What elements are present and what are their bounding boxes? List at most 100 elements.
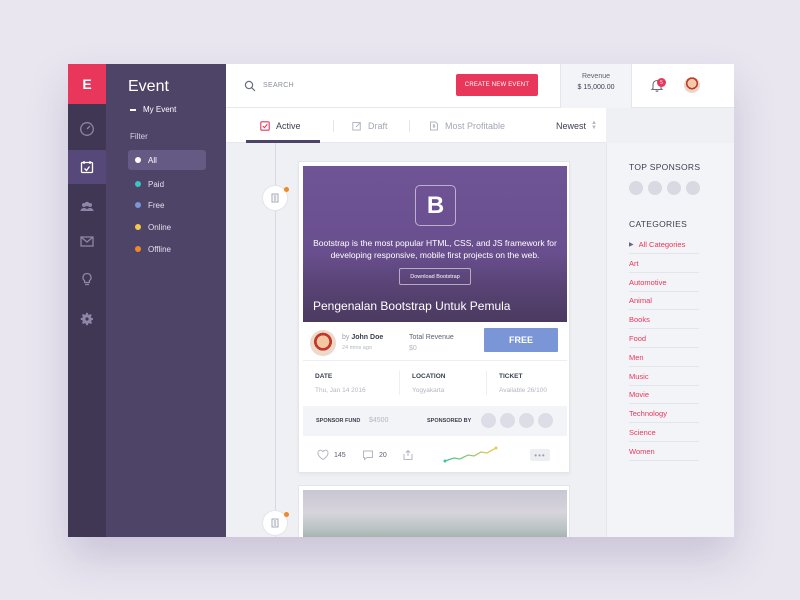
filter-online[interactable]: Online <box>128 217 206 237</box>
category-label: All Categories <box>638 239 686 249</box>
sort-select[interactable]: Newest ▲ ▼ <box>556 108 597 143</box>
filter-offline[interactable]: Offline <box>128 239 206 259</box>
category-label: Men <box>629 352 644 362</box>
free-button[interactable]: FREE <box>484 328 558 352</box>
people-icon[interactable] <box>68 190 106 224</box>
sponsor-avatar[interactable] <box>538 413 553 428</box>
sponsor-avatar[interactable] <box>667 181 681 195</box>
my-event-link[interactable]: My Event <box>130 105 176 114</box>
ticket-value: Available 26/100 <box>499 387 547 394</box>
filter-label-offline: Offline <box>148 244 171 254</box>
calendar-icon[interactable] <box>68 150 106 184</box>
category-label: Automotive <box>629 277 667 287</box>
divider <box>303 360 567 361</box>
mail-icon[interactable] <box>68 224 106 258</box>
gear-icon[interactable] <box>68 302 106 336</box>
sponsor-bar: SPONSOR FUND $4500 SPONSORED BY <box>303 406 567 436</box>
date-label: DATE <box>315 373 333 380</box>
more-options-button[interactable]: ••• <box>530 449 550 461</box>
event-feed[interactable]: B Bootstrap is the most popular HTML, CS… <box>226 143 606 537</box>
category-label: Technology <box>629 408 667 418</box>
tab-most-profitable[interactable]: Most Profitable <box>429 108 505 143</box>
event-title[interactable]: Pengenalan Bootstrap Untuk Pemula <box>313 299 510 313</box>
sponsor-avatar[interactable] <box>686 181 700 195</box>
tab-divider <box>409 120 410 132</box>
category-label: Books <box>629 314 650 324</box>
app-window: E Event My Event Filter All Paid Free On… <box>68 64 734 537</box>
category-label: Music <box>629 371 649 381</box>
comment-icon[interactable] <box>362 449 374 461</box>
top-sponsors-title: TOP SPONSORS <box>629 162 701 172</box>
checkbox-icon <box>260 120 270 131</box>
category-item[interactable]: Technology <box>629 404 699 423</box>
category-item[interactable]: Science <box>629 423 699 442</box>
sponsor-fund-label: SPONSOR FUND <box>316 418 361 424</box>
category-item[interactable]: Men <box>629 348 699 367</box>
category-label: Food <box>629 333 647 343</box>
category-item[interactable]: Books <box>629 310 699 329</box>
location-value: Yogyakarta <box>412 387 445 394</box>
icon-rail: E <box>68 64 106 537</box>
ticket-label: TICKET <box>499 373 523 380</box>
sponsor-avatar[interactable] <box>481 413 496 428</box>
user-avatar[interactable] <box>684 77 700 93</box>
category-item[interactable]: Women <box>629 442 699 461</box>
location-label: LOCATION <box>412 373 446 380</box>
category-label: Art <box>629 258 639 268</box>
revenue-value: $ 15,000.00 <box>577 84 615 91</box>
category-item[interactable]: Food <box>629 329 699 348</box>
building-icon <box>271 518 279 528</box>
category-item[interactable]: Automotive <box>629 273 699 292</box>
app-logo[interactable]: E <box>68 64 106 104</box>
heart-icon[interactable] <box>317 449 329 461</box>
event-card[interactable] <box>298 485 570 537</box>
category-all[interactable]: ▶ All Categories <box>629 235 699 254</box>
category-item[interactable]: Animal <box>629 291 699 310</box>
filter-paid[interactable]: Paid <box>128 174 206 194</box>
filter-all[interactable]: All <box>128 150 206 170</box>
revenue-label: Revenue <box>581 73 611 80</box>
revenue-sparkline <box>443 446 498 463</box>
event-banner <box>303 490 567 537</box>
event-sidebar: Event My Event Filter All Paid Free Onli… <box>106 64 226 537</box>
sponsor-avatar[interactable] <box>629 181 643 195</box>
dashboard-icon[interactable] <box>68 112 106 146</box>
right-panel: TOP SPONSORS CATEGORIES ▶ All Categories … <box>606 143 734 537</box>
category-item[interactable]: Art <box>629 254 699 273</box>
organizer-avatar[interactable] <box>310 330 336 356</box>
organizer-byline: by John Doe <box>342 334 383 341</box>
notification-badge: 5 <box>657 78 666 87</box>
card-actions: 145 20 ••• <box>303 438 567 470</box>
category-label: Women <box>629 446 655 456</box>
tab-active[interactable]: Active <box>260 108 301 143</box>
create-event-button[interactable]: CREATE NEW EVENT <box>456 74 538 96</box>
tab-draft[interactable]: Draft <box>352 108 388 143</box>
tab-most-profitable-label: Most Profitable <box>445 120 506 131</box>
filter-dot <box>135 181 141 187</box>
info-divider <box>399 371 400 395</box>
filter-dot <box>135 246 141 252</box>
sidebar-title: Event <box>128 78 169 95</box>
sponsor-avatar[interactable] <box>648 181 662 195</box>
sponsored-by-label: SPONSORED BY <box>427 418 472 424</box>
category-item[interactable]: Movie <box>629 385 699 404</box>
lightbulb-icon[interactable] <box>68 262 106 296</box>
caret-right-icon: ▶ <box>629 241 634 248</box>
filter-free[interactable]: Free <box>128 195 206 215</box>
my-event-label: My Event <box>143 105 177 114</box>
byline-prefix: by <box>342 334 350 341</box>
tab-active-label: Active <box>276 120 301 131</box>
search-icon[interactable] <box>244 80 256 92</box>
event-card[interactable]: B Bootstrap is the most popular HTML, CS… <box>298 161 570 473</box>
sponsor-avatar[interactable] <box>519 413 534 428</box>
download-bootstrap-button[interactable]: Download Bootstrap <box>399 268 471 285</box>
category-item[interactable]: Music <box>629 367 699 386</box>
sponsor-avatar[interactable] <box>500 413 515 428</box>
tab-draft-label: Draft <box>368 120 388 131</box>
posted-time: 24 mins ago <box>342 345 372 351</box>
organizer-name[interactable]: John Doe <box>351 334 383 341</box>
search-input[interactable]: SEARCH <box>263 82 294 89</box>
share-icon[interactable] <box>402 449 414 461</box>
filter-label-online: Online <box>148 222 172 232</box>
filter-label-all: All <box>148 155 157 165</box>
